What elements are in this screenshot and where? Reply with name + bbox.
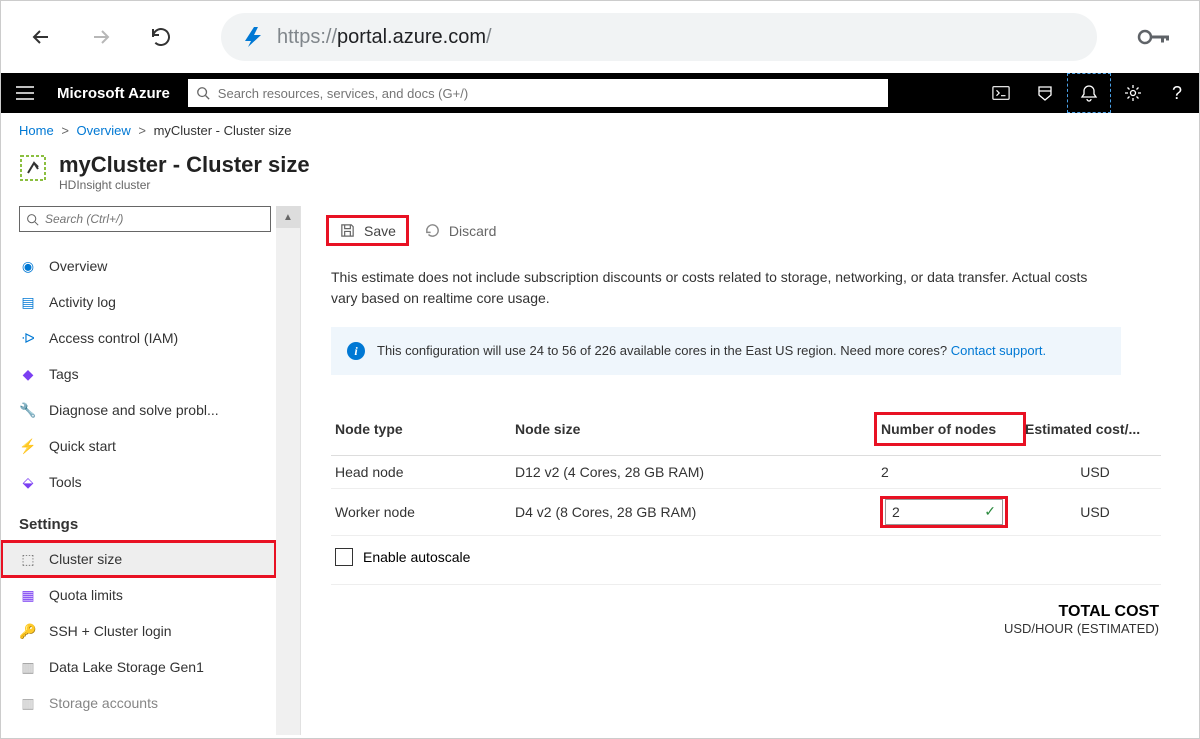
col-node-type: Node type [335,421,515,437]
url-text: https://portal.azure.com/ [277,26,492,49]
sidebar-item-diagnose[interactable]: 🔧Diagnose and solve probl... [1,392,276,428]
overview-icon: ◉ [19,258,37,275]
sidebar-item-quickstart[interactable]: ⚡Quick start [1,428,276,464]
breadcrumb-overview[interactable]: Overview [77,123,131,138]
tags-icon: ◆ [19,366,37,383]
sidebar-item-access-control[interactable]: ᐒAccess control (IAM) [1,320,276,356]
key-icon [1137,27,1169,47]
sidebar-scrollbar[interactable]: ▲ [276,206,300,735]
storage-accounts-icon: ▥ [19,695,37,712]
contact-support-link[interactable]: Contact support. [951,343,1046,358]
sidebar-search[interactable] [19,206,271,232]
reload-button[interactable] [141,17,181,57]
sidebar-heading-settings: Settings [1,500,276,541]
browser-toolbar: https://portal.azure.com/ [1,1,1199,73]
directory-icon[interactable] [1023,73,1067,113]
azure-header: Microsoft Azure ? [1,73,1199,113]
sidebar-item-tags[interactable]: ◆Tags [1,356,276,392]
azure-logo-icon [241,25,265,49]
settings-icon[interactable] [1111,73,1155,113]
notifications-icon[interactable] [1067,73,1111,113]
diagnose-icon: 🔧 [19,402,37,419]
tools-icon: ⬙ [19,474,37,491]
sidebar-item-storage[interactable]: ▥Storage accounts [1,685,276,721]
address-bar[interactable]: https://portal.azure.com/ [221,13,1097,61]
info-icon: i [347,342,365,360]
quota-icon: ▦ [19,587,37,604]
autoscale-label: Enable autoscale [363,549,470,565]
sidebar-search-input[interactable] [45,212,264,226]
sidebar-item-overview[interactable]: ◉Overview [1,248,276,284]
help-icon[interactable]: ? [1155,73,1199,113]
sidebar-item-quota[interactable]: ▦Quota limits [1,577,276,613]
sidebar-item-tools[interactable]: ⬙Tools [1,464,276,500]
autoscale-checkbox[interactable] [335,548,353,566]
cluster-icon [19,154,47,182]
col-cost: Estimated cost/... [1025,421,1165,437]
node-table: Node type Node size Number of nodes Esti… [331,403,1161,585]
check-icon: ✓ [984,503,996,520]
iam-icon: ᐒ [19,330,37,347]
cluster-size-icon: ⬚ [19,551,37,568]
brand-label: Microsoft Azure [49,85,188,102]
page-subtitle: HDInsight cluster [59,178,310,192]
main-pane: Save Discard This estimate does not incl… [301,206,1199,735]
col-node-size: Node size [515,421,875,437]
cloud-shell-icon[interactable] [979,73,1023,113]
table-row: Worker node D4 v2 (8 Cores, 28 GB RAM) 2… [331,489,1161,536]
global-search[interactable] [188,79,888,107]
table-row: Head node D12 v2 (4 Cores, 28 GB RAM) 2 … [331,456,1161,489]
back-button[interactable] [21,17,61,57]
page-title: myCluster - Cluster size [59,152,310,178]
breadcrumb: Home > Overview > myCluster - Cluster si… [1,113,1199,148]
quickstart-icon: ⚡ [19,438,37,455]
storage-icon: ▥ [19,659,37,676]
page-title-row: myCluster - Cluster size HDInsight clust… [1,148,1199,206]
worker-node-count-input[interactable]: 2 ✓ [885,499,1003,525]
log-icon: ▤ [19,294,37,311]
sidebar-item-cluster-size[interactable]: ⬚Cluster size [1,541,276,577]
head-node-count: 2 [875,464,1025,480]
description-text: This estimate does not include subscript… [301,253,1141,327]
menu-button[interactable] [1,73,49,113]
sidebar-item-activity-log[interactable]: ▤Activity log [1,284,276,320]
breadcrumb-current: myCluster - Cluster size [154,123,292,138]
info-callout: i This configuration will use 24 to 56 o… [331,327,1121,375]
discard-icon [424,222,441,239]
key-icon: 🔑 [19,623,37,640]
forward-button[interactable] [81,17,121,57]
breadcrumb-home[interactable]: Home [19,123,54,138]
save-icon [339,222,356,239]
discard-button[interactable]: Discard [414,218,506,243]
scroll-up-icon[interactable]: ▲ [276,206,300,228]
sidebar: « ◉Overview ▤Activity log ᐒAccess contro… [1,206,301,735]
col-number-nodes: Number of nodes [875,413,1025,445]
global-search-input[interactable] [210,86,880,101]
total-cost: TOTAL COST USD/HOUR (ESTIMATED) [301,585,1199,636]
save-button[interactable]: Save [327,216,408,245]
sidebar-item-ssh[interactable]: 🔑SSH + Cluster login [1,613,276,649]
sidebar-item-datalake[interactable]: ▥Data Lake Storage Gen1 [1,649,276,685]
